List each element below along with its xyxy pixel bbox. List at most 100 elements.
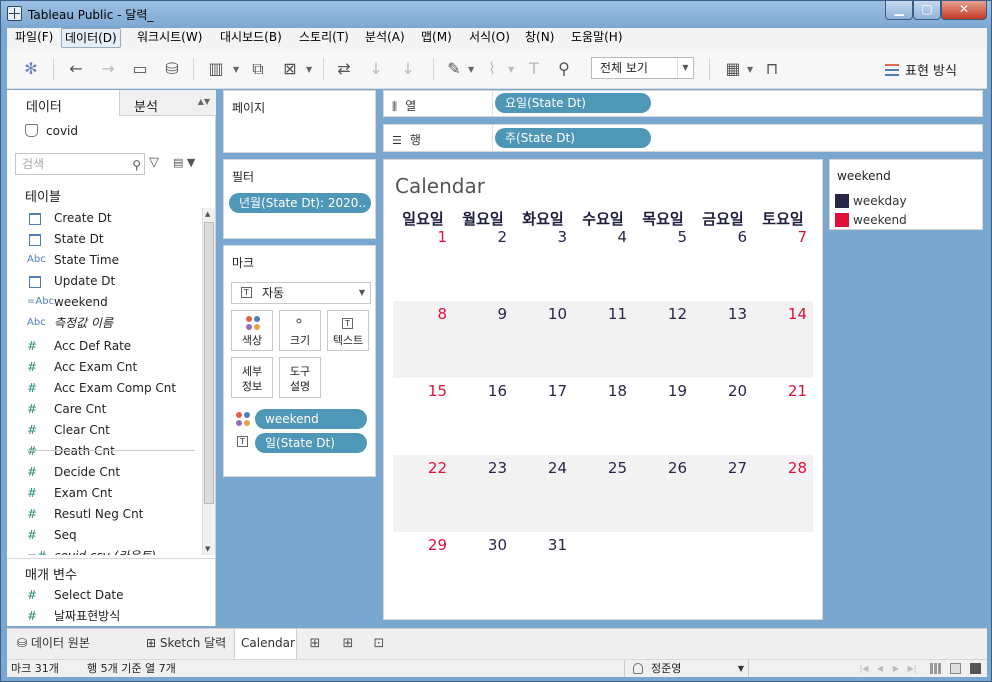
calendar-day-mark[interactable]: 30 — [453, 536, 513, 554]
field-item[interactable]: # Seq — [27, 525, 203, 545]
new-story-icon[interactable]: ⊡ — [371, 636, 387, 652]
field-item[interactable]: # Acc Exam Comp Cnt — [27, 378, 203, 398]
calendar-day-mark[interactable]: 21 — [753, 382, 813, 400]
chevron-down-icon[interactable]: ▼ — [468, 65, 476, 74]
calendar-day-mark[interactable]: 7 — [753, 228, 813, 246]
field-item[interactable]: Create Dt — [27, 208, 203, 228]
field-item[interactable]: Abc State Time — [27, 250, 203, 270]
filter-pill[interactable]: 년월(State Dt): 2020.. — [229, 193, 371, 213]
mark-pill-text[interactable]: 일(State Dt) — [255, 433, 367, 453]
calendar-day-mark[interactable]: 8 — [393, 305, 453, 323]
calendar-day-mark[interactable]: 14 — [753, 305, 813, 323]
calendar-day-mark[interactable]: 22 — [393, 459, 453, 477]
color-legend[interactable]: weekend weekday weekend — [829, 159, 983, 230]
last-sheet-icon[interactable]: ▶| — [905, 660, 919, 677]
calendar-day-mark[interactable]: 15 — [393, 382, 453, 400]
calendar-day-mark[interactable]: 17 — [513, 382, 573, 400]
sheet-sorter-icon[interactable] — [930, 663, 941, 674]
pages-shelf[interactable]: 페이지 — [223, 90, 376, 153]
tab-sheet-sketch[interactable]: ⊞ Sketch 달력 — [140, 629, 232, 659]
field-item[interactable]: # Clear Cnt — [27, 420, 203, 440]
field-item[interactable]: State Dt — [27, 229, 203, 249]
tabs-view-icon[interactable] — [970, 663, 981, 674]
field-item[interactable]: # Acc Def Rate — [27, 336, 203, 356]
field-item[interactable]: # Decide Cnt — [27, 462, 203, 482]
save-icon[interactable]: ▭ — [130, 59, 150, 79]
calendar-day-mark[interactable]: 4 — [573, 228, 633, 246]
presentation-mode-icon[interactable]: ⊓ — [762, 59, 782, 79]
calendar-day-mark[interactable]: 28 — [753, 459, 813, 477]
calendar-day-mark[interactable]: 11 — [573, 305, 633, 323]
scroll-up-icon[interactable]: ▲ — [205, 210, 210, 218]
new-worksheet-icon[interactable]: ▥ — [206, 59, 226, 79]
tab-sheet-calendar[interactable]: Calendar — [234, 629, 297, 659]
rows-pill[interactable]: 주(State Dt) — [495, 128, 651, 148]
chevron-down-icon[interactable]: ▼ — [508, 65, 516, 74]
next-sheet-icon[interactable]: ▶ — [889, 660, 903, 677]
color-button[interactable]: 색상 — [231, 310, 273, 351]
chevron-down-icon[interactable]: ▼ — [306, 65, 314, 74]
calendar-day-mark[interactable]: 9 — [453, 305, 513, 323]
filter-icon[interactable]: ▽ — [149, 156, 163, 170]
tableau-home-icon[interactable]: ✻ — [21, 59, 41, 79]
field-item[interactable]: # Care Cnt — [27, 399, 203, 419]
columns-shelf[interactable]: ⫼ 열 요일(State Dt) — [383, 90, 983, 117]
view-options-icon[interactable]: ▤ ▼ — [173, 156, 195, 169]
calendar-day-mark[interactable]: 13 — [693, 305, 753, 323]
menu-map[interactable]: 맵(M) — [418, 28, 455, 48]
calendar-day-mark[interactable]: 19 — [633, 382, 693, 400]
scrollbar-thumb[interactable] — [204, 222, 214, 504]
show-me-button[interactable]: 표현 방식 — [885, 60, 957, 79]
menu-window[interactable]: 창(N) — [522, 28, 557, 48]
legend-item-weekday[interactable]: weekday — [831, 191, 981, 211]
menu-worksheet[interactable]: 워크시트(W) — [134, 28, 205, 48]
show-cards-icon[interactable]: ▦ — [723, 59, 743, 79]
calendar-day-mark[interactable]: 6 — [693, 228, 753, 246]
scroll-down-icon[interactable]: ▼ — [205, 545, 210, 553]
calendar-day-mark[interactable]: 31 — [513, 536, 573, 554]
menu-data[interactable]: 데이터(D) — [61, 28, 121, 48]
field-item[interactable]: # Exam Cnt — [27, 483, 203, 503]
calendar-day-mark[interactable]: 29 — [393, 536, 453, 554]
calendar-day-mark[interactable]: 26 — [633, 459, 693, 477]
text-button[interactable]: T 텍스트 — [327, 310, 369, 351]
calendar-day-mark[interactable]: 27 — [693, 459, 753, 477]
calendar-day-mark[interactable]: 18 — [573, 382, 633, 400]
detail-button[interactable]: 세부 정보 — [231, 357, 273, 398]
worksheet-view[interactable]: Calendar 일요일 월요일 화요일 수요일 목요일 금요일 토요일 1 2 3 4 5 6 7 8 9 1… — [383, 159, 823, 620]
swap-rows-columns-icon[interactable]: ⇄ — [334, 59, 354, 79]
menu-help[interactable]: 도움말(H) — [568, 28, 626, 48]
field-item[interactable]: =Abc weekend — [27, 292, 203, 312]
calendar-day-mark[interactable]: 12 — [633, 305, 693, 323]
undo-icon[interactable]: ← — [66, 59, 86, 79]
datasource-item[interactable]: covid — [25, 124, 78, 138]
field-item[interactable]: =#covid.csv (카운트) — [27, 546, 203, 555]
clear-sheet-icon[interactable]: ⊠ — [280, 59, 300, 79]
field-item[interactable]: # Resutl Neg Cnt — [27, 504, 203, 524]
field-item[interactable]: # Death Cnt — [27, 441, 203, 461]
new-datasource-icon[interactable]: ⛁ — [162, 59, 182, 79]
calendar-day-mark[interactable]: 10 — [513, 305, 573, 323]
menu-file[interactable]: 파일(F) — [12, 28, 56, 48]
tab-analysis[interactable]: 분석 ▲▼ — [119, 90, 216, 116]
calendar-day-mark[interactable]: 1 — [393, 228, 453, 246]
new-dashboard-icon[interactable]: ⊞ — [340, 636, 356, 652]
sort-ascending-icon[interactable]: ↓ — [366, 59, 386, 79]
calendar-day-mark[interactable]: 5 — [633, 228, 693, 246]
highlight-icon[interactable]: ✎ — [444, 59, 464, 79]
calendar-day-mark[interactable]: 20 — [693, 382, 753, 400]
menu-story[interactable]: 스토리(T) — [296, 28, 352, 48]
field-item[interactable]: # 날짜표현방식 — [27, 606, 203, 626]
maximize-button[interactable]: ▢ — [913, 1, 941, 20]
legend-item-weekend[interactable]: weekend — [831, 210, 981, 230]
calendar-day-mark[interactable]: 23 — [453, 459, 513, 477]
field-list-scrollbar[interactable]: ▲ ▼ — [202, 208, 215, 555]
chevron-down-icon[interactable]: ▼ — [233, 65, 241, 74]
rows-shelf[interactable]: ☰ 행 주(State Dt) — [383, 124, 983, 152]
mark-pill-color[interactable]: weekend — [255, 409, 367, 429]
close-button[interactable]: ✕ — [941, 1, 987, 20]
columns-pill[interactable]: 요일(State Dt) — [495, 93, 651, 113]
calendar-day-mark[interactable]: 24 — [513, 459, 573, 477]
duplicate-sheet-icon[interactable]: ⧉ — [248, 59, 268, 79]
tab-data[interactable]: 데이터 — [7, 90, 119, 116]
